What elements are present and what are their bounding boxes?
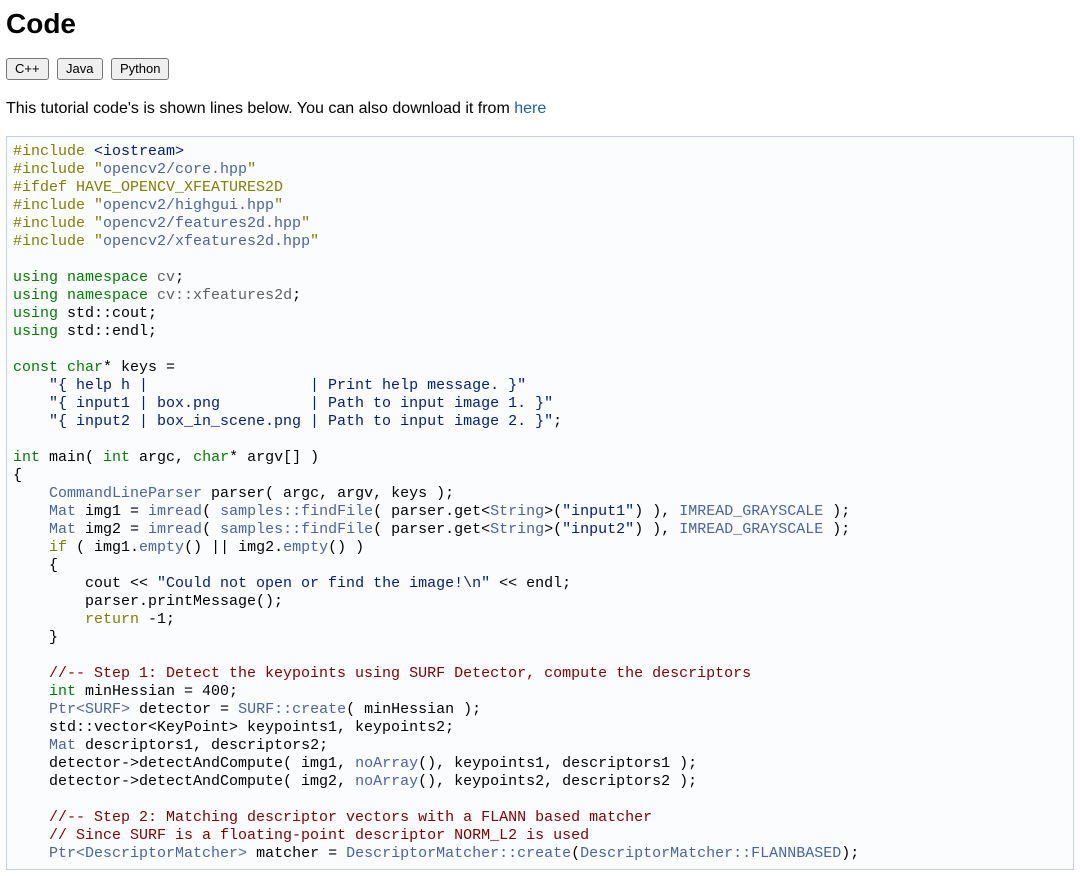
func[interactable]: SURF::create (238, 701, 346, 718)
comment: //-- Step 1: Detect the keypoints using … (13, 665, 751, 682)
tab-cpp[interactable]: C++ (6, 58, 49, 80)
include-path[interactable]: opencv2/features2d.hpp (103, 215, 301, 232)
preproc: #include (13, 161, 94, 178)
type[interactable]: Ptr<SURF> (49, 701, 130, 718)
include-path[interactable]: opencv2/highgui.hpp (103, 197, 274, 214)
type[interactable]: String (490, 503, 544, 520)
type[interactable]: String (490, 521, 544, 538)
func[interactable]: noArray (355, 755, 418, 772)
tab-java[interactable]: Java (57, 58, 102, 80)
section-heading: Code (6, 6, 1074, 40)
enum[interactable]: DescriptorMatcher::FLANNBASED (580, 845, 841, 862)
func[interactable]: DescriptorMatcher::create (346, 845, 571, 862)
string-literal: "Could not open or find the image!\n" (157, 575, 490, 592)
preproc: #include (13, 215, 94, 232)
func[interactable]: empty (139, 539, 184, 556)
include-path[interactable]: opencv2/xfeatures2d.hpp (103, 233, 310, 250)
preproc: #include (13, 233, 94, 250)
type[interactable]: Ptr<DescriptorMatcher> (49, 845, 247, 862)
type[interactable]: CommandLineParser (49, 485, 202, 502)
func[interactable]: samples::findFile (220, 521, 373, 538)
include-path[interactable]: opencv2/core.hpp (103, 161, 247, 178)
intro-paragraph: This tutorial code's is shown lines belo… (6, 100, 1074, 118)
comment: //-- Step 2: Matching descriptor vectors… (13, 809, 652, 826)
code-block: #include <iostream> #include "opencv2/co… (6, 136, 1074, 870)
type[interactable]: Mat (49, 737, 76, 754)
include-path: <iostream> (94, 143, 184, 160)
func[interactable]: samples::findFile (220, 503, 373, 520)
preproc: #ifdef HAVE_OPENCV_XFEATURES2D (13, 179, 283, 196)
func[interactable]: noArray (355, 773, 418, 790)
enum[interactable]: IMREAD_GRAYSCALE (679, 521, 823, 538)
namespace[interactable]: cv::xfeatures2d (157, 287, 292, 304)
preproc: #include (13, 143, 94, 160)
string-literal: "{ input2 | box_in_scene.png | Path to i… (13, 413, 553, 430)
func[interactable]: imread (148, 521, 202, 538)
enum[interactable]: IMREAD_GRAYSCALE (679, 503, 823, 520)
type[interactable]: Mat (49, 503, 76, 520)
func[interactable]: empty (283, 539, 328, 556)
func[interactable]: imread (148, 503, 202, 520)
string-literal: "{ input1 | box.png | Path to input imag… (13, 395, 553, 412)
intro-text: This tutorial code's is shown lines belo… (6, 100, 514, 117)
comment: // Since SURF is a floating-point descri… (13, 827, 589, 844)
type[interactable]: Mat (49, 521, 76, 538)
tab-python[interactable]: Python (111, 58, 169, 80)
download-link[interactable]: here (514, 100, 546, 117)
namespace[interactable]: cv (157, 269, 175, 286)
preproc: #include (13, 197, 94, 214)
string-literal: "{ help h | | Print help message. }" (13, 377, 526, 394)
language-tabs: C++ Java Python (6, 58, 1074, 80)
